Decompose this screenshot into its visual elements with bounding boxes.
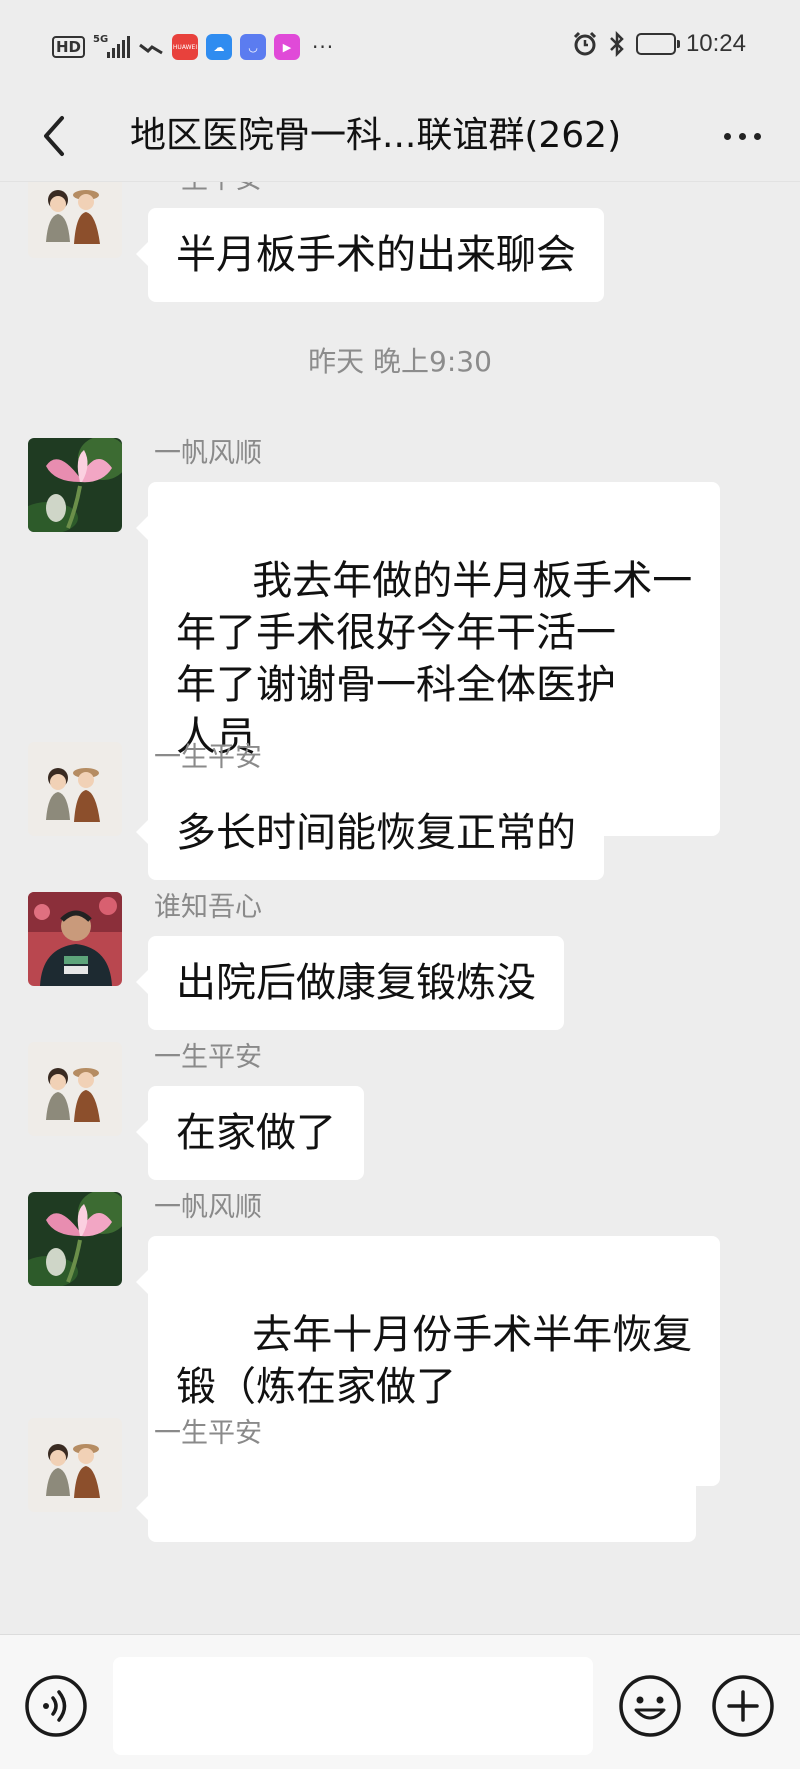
kids-photo-icon xyxy=(28,742,122,836)
avatar[interactable] xyxy=(28,1042,122,1136)
video-app-icon: ▶ xyxy=(274,34,301,60)
chat-title: 地区医院骨一科...联谊群(262) xyxy=(130,115,622,156)
bluetooth-icon xyxy=(610,31,624,57)
huawei-app-icon: HUAWEI xyxy=(172,34,199,60)
message-text: 在家做了 xyxy=(176,1110,336,1156)
status-time: 10:24 xyxy=(685,30,746,57)
sender-name: 一帆风顺 xyxy=(154,1192,262,1223)
sender-name: 一帆风顺 xyxy=(154,438,262,469)
sender-name: 谁知吾心 xyxy=(154,892,262,923)
avatar[interactable] xyxy=(28,438,122,532)
message-bubble[interactable]: 我去年做的半月板手术一 年了手术很好今年干活一 年了谢谢骨一科全体医护 人员 xyxy=(135,482,721,836)
more-dot xyxy=(753,132,761,140)
message-list[interactable]: 一生平安 半月板手术的出来聊会 昨天 晚上9:30 一帆风顺 我去年做的半月板手… xyxy=(0,182,800,1634)
battery-icon xyxy=(635,33,680,55)
message-bubble[interactable]: 出院后做康复锻炼没 xyxy=(136,936,564,1030)
avatar[interactable] xyxy=(28,1192,122,1286)
status-bar: HD 5G HUAWEI ☁ ◡ ▶ ··· 10:24 xyxy=(0,0,800,90)
sender-name: 一生平安 xyxy=(154,1042,262,1073)
lotus-photo-icon xyxy=(28,1192,122,1286)
voice-button[interactable] xyxy=(24,1674,88,1738)
sender-name: 一生平安 xyxy=(154,742,262,773)
status-left: HD 5G HUAWEI ☁ ◡ ▶ ··· xyxy=(52,34,334,60)
voice-icon xyxy=(25,1675,87,1737)
more-dot xyxy=(723,132,731,140)
lotus-photo-icon xyxy=(28,438,122,532)
message-text: 半月板手术的出来聊会 xyxy=(176,232,576,278)
man-photo-icon xyxy=(28,892,122,986)
sender-name: 一生平安 xyxy=(154,1418,262,1449)
kids-photo-icon xyxy=(28,1418,122,1512)
avatar[interactable] xyxy=(28,1418,122,1512)
time-separator: 昨天 晚上9:30 xyxy=(308,345,492,378)
sender-name: 一生平安 xyxy=(154,182,262,196)
chat-header: 地区医院骨一科...联谊群(262) xyxy=(0,90,800,182)
alarm-icon xyxy=(573,31,596,56)
plus-button[interactable] xyxy=(711,1674,775,1738)
message-bubble[interactable] xyxy=(136,1462,696,1542)
kids-photo-icon xyxy=(28,182,122,258)
kids-photo-icon xyxy=(28,1042,122,1136)
message-bubble[interactable]: 多长时间能恢复正常的 xyxy=(136,786,604,880)
message-input[interactable] xyxy=(113,1657,593,1755)
message-text: 出院后做康复锻炼没 xyxy=(176,960,536,1006)
signal-strength-icon: 5G xyxy=(93,34,131,58)
store-app-icon: ◡ xyxy=(240,34,267,60)
wifi-off-icon xyxy=(139,43,163,55)
status-right: 10:24 xyxy=(572,30,746,58)
plus-icon xyxy=(712,1675,774,1737)
network-type: 5G xyxy=(93,34,109,45)
cloud-app-icon: ☁ xyxy=(206,34,233,60)
more-options-button[interactable] xyxy=(714,108,770,164)
message-text: 多长时间能恢复正常的 xyxy=(176,810,576,856)
message-bubble[interactable]: 半月板手术的出来聊会 xyxy=(136,208,604,302)
hd-indicator: HD xyxy=(52,36,86,58)
message-text: 我去年做的半月板手术一 年了手术很好今年干活一 年了谢谢骨一科全体医护 人员 xyxy=(176,558,693,760)
avatar[interactable] xyxy=(28,182,122,258)
message-bubble[interactable]: 在家做了 xyxy=(136,1086,364,1180)
chevron-left-icon xyxy=(44,116,64,156)
avatar[interactable] xyxy=(28,892,122,986)
emoji-button[interactable] xyxy=(618,1674,682,1738)
more-notifications-icon: ··· xyxy=(312,35,335,59)
back-button[interactable] xyxy=(30,108,86,164)
input-bar xyxy=(0,1634,800,1769)
more-dot xyxy=(738,132,746,140)
emoji-icon xyxy=(619,1675,681,1737)
avatar[interactable] xyxy=(28,742,122,836)
message-text: 去年十月份手术半年恢复 锻（炼在家做了 xyxy=(176,1312,693,1410)
